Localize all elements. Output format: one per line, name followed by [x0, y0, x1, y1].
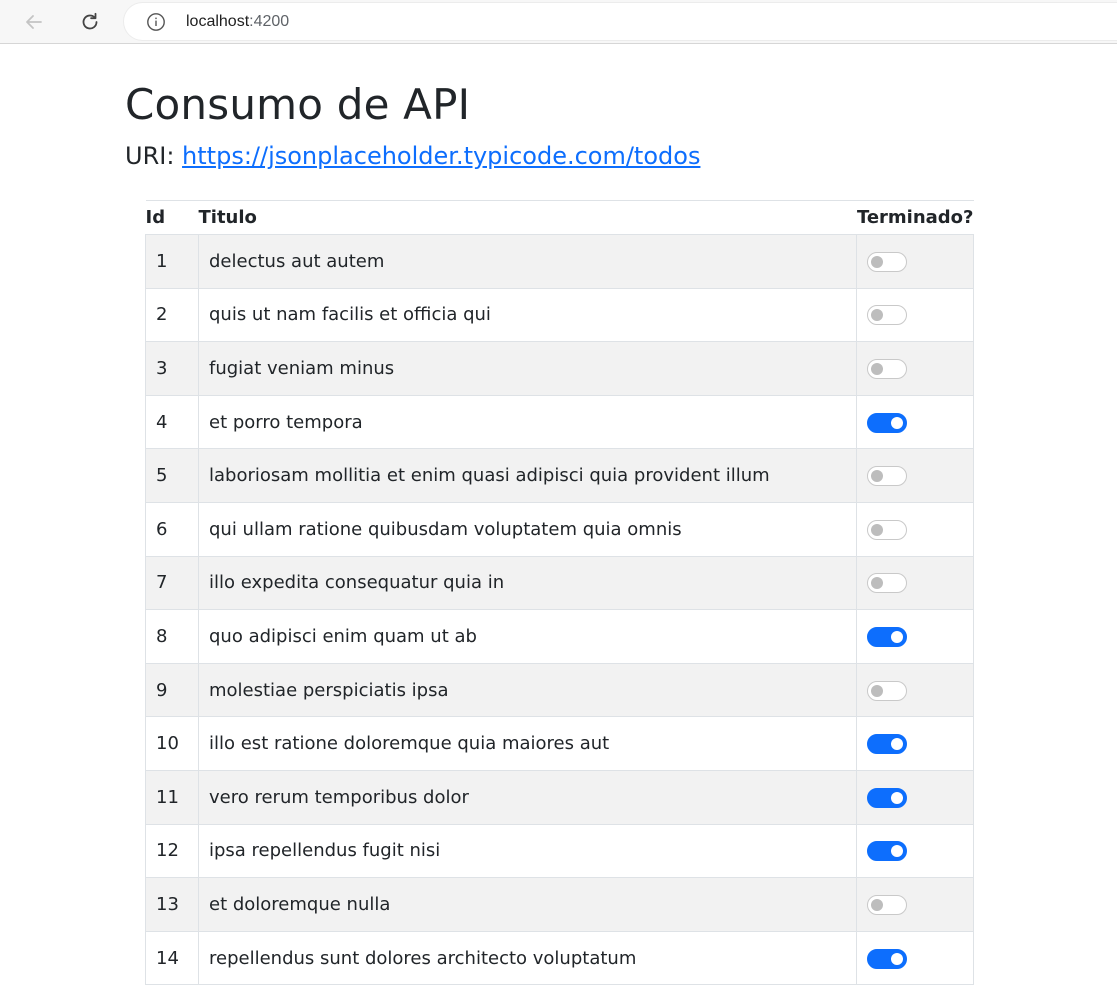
cell-title: illo est ratione doloremque quia maiores…: [197, 716, 858, 771]
table-row: 11 vero rerum temporibus dolor: [145, 769, 974, 825]
cell-done: [856, 394, 974, 450]
completed-toggle[interactable]: [867, 251, 908, 272]
cell-title: molestiae perspiciatis ipsa: [197, 662, 858, 718]
cell-id: 13: [145, 877, 199, 932]
uri-label: URI:: [125, 142, 175, 171]
cell-id: 3: [145, 341, 199, 396]
cell-done: [856, 287, 974, 343]
reload-icon: [82, 12, 98, 30]
cell-done: [856, 341, 974, 396]
cell-done: [856, 234, 974, 289]
completed-toggle[interactable]: [867, 466, 908, 487]
table-row: 12 ipsa repellendus fugit nisi: [145, 823, 974, 879]
table-header-row: Id Titulo Terminado?: [145, 200, 974, 235]
cell-done: [856, 555, 974, 611]
browser-toolbar: localhost:4200: [0, 0, 1117, 44]
address-bar[interactable]: localhost:4200: [124, 3, 1117, 40]
table-row: 14 repellendus sunt dolores architecto vo…: [145, 930, 974, 985]
cell-title: illo expedita consequatur quia in: [197, 555, 858, 611]
table-row: 8 quo adipisci enim quam ut ab: [145, 609, 974, 664]
cell-id: 7: [145, 555, 199, 611]
back-button[interactable]: [18, 6, 50, 38]
cell-id: 1: [145, 234, 199, 289]
cell-id: 2: [145, 287, 199, 343]
completed-toggle[interactable]: [867, 841, 908, 862]
cell-id: 5: [145, 448, 199, 503]
uri-link[interactable]: https://jsonplaceholder.typicode.com/tod…: [182, 142, 700, 170]
page-title: Consumo de API: [125, 80, 471, 129]
url-port: :4200: [249, 12, 290, 30]
cell-title: delectus aut autem: [197, 234, 858, 289]
table-row: 1 delectus aut autem: [145, 234, 974, 289]
cell-title: ipsa repellendus fugit nisi: [197, 823, 858, 879]
cell-done: [856, 823, 974, 879]
completed-toggle[interactable]: [867, 358, 908, 379]
cell-done: [856, 769, 974, 825]
cell-id: 8: [145, 609, 199, 664]
cell-title: quo adipisci enim quam ut ab: [197, 609, 858, 664]
cell-done: [856, 716, 974, 771]
table-row: 7 illo expedita consequatur quia in: [145, 555, 974, 611]
table-row: 5 laboriosam mollitia et enim quasi adipi…: [145, 448, 974, 503]
completed-toggle[interactable]: [867, 787, 908, 808]
table-row: 13 et doloremque nulla: [145, 877, 974, 932]
completed-toggle[interactable]: [867, 680, 908, 701]
completed-toggle[interactable]: [867, 412, 908, 433]
cell-id: 9: [145, 662, 199, 718]
cell-id: 10: [145, 716, 199, 771]
completed-toggle[interactable]: [867, 948, 908, 969]
cell-done: [856, 877, 974, 932]
table-row: 10 illo est ratione doloremque quia maior…: [145, 716, 974, 771]
cell-done: [856, 930, 974, 985]
table-row: 2 quis ut nam facilis et officia qui: [145, 287, 974, 343]
cell-done: [856, 448, 974, 503]
cell-id: 14: [145, 930, 199, 985]
cell-title: laboriosam mollitia et enim quasi adipis…: [197, 448, 858, 503]
cell-title: qui ullam ratione quibusdam voluptatem q…: [197, 501, 858, 557]
cell-id: 6: [145, 501, 199, 557]
header-title: Titulo: [198, 200, 857, 235]
cell-title: vero rerum temporibus dolor: [197, 769, 858, 825]
cell-title: repellendus sunt dolores architecto volu…: [197, 930, 858, 985]
uri-line: URI: https://jsonplaceholder.typicode.co…: [125, 142, 985, 171]
completed-toggle[interactable]: [867, 894, 908, 915]
reload-button[interactable]: [74, 6, 106, 38]
url-text: localhost:4200: [186, 13, 289, 31]
cell-title: quis ut nam facilis et officia qui: [197, 287, 858, 343]
header-done: Terminado?: [856, 200, 974, 235]
page-content: Consumo de API URI: https://jsonplacehol…: [125, 45, 985, 985]
cell-done: [856, 662, 974, 718]
table-row: 3 fugiat veniam minus: [145, 341, 974, 396]
header-id: Id: [145, 200, 199, 235]
cell-title: et porro tempora: [197, 394, 858, 450]
completed-toggle[interactable]: [867, 573, 908, 594]
table-row: 6 qui ullam ratione quibusdam voluptatem …: [145, 501, 974, 557]
cell-title: et doloremque nulla: [197, 877, 858, 932]
completed-toggle[interactable]: [867, 519, 908, 540]
table-body: 1 delectus aut autem 2 quis ut nam facilis …: [145, 234, 974, 985]
completed-toggle[interactable]: [867, 626, 908, 647]
back-arrow-icon: [26, 15, 42, 29]
cell-id: 4: [145, 394, 199, 450]
table-row: 9 molestiae perspiciatis ipsa: [145, 662, 974, 718]
todos-table: Id Titulo Terminado? 1 delectus aut autem…: [145, 200, 974, 985]
cell-done: [856, 501, 974, 557]
cell-title: fugiat veniam minus: [197, 341, 858, 396]
completed-toggle[interactable]: [867, 734, 908, 755]
cell-id: 11: [145, 769, 199, 825]
cell-id: 12: [145, 823, 199, 879]
completed-toggle[interactable]: [867, 305, 908, 326]
info-icon[interactable]: [146, 12, 166, 32]
url-host: localhost: [186, 12, 250, 30]
cell-done: [856, 609, 974, 664]
table-row: 4 et porro tempora: [145, 394, 974, 450]
